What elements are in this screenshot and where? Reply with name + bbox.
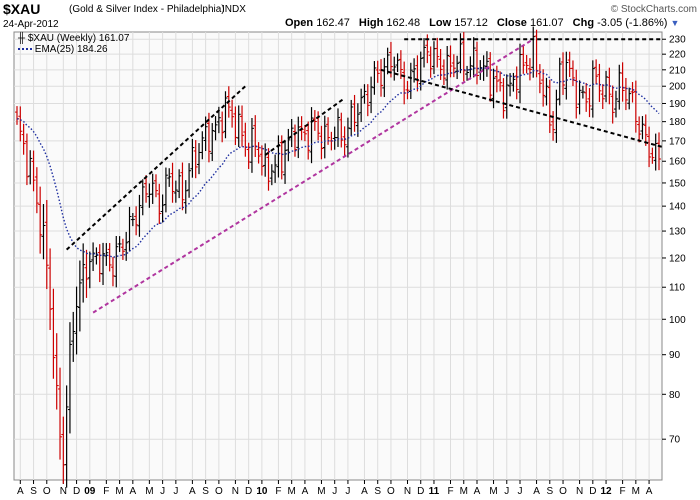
y-tick-label: 160 [669, 157, 686, 168]
x-tick-label: S [30, 486, 37, 497]
x-tick-label: M [145, 486, 153, 497]
x-tick-label: J [332, 486, 337, 497]
x-tick-label: J [160, 486, 165, 497]
x-tick-label: F [620, 486, 626, 497]
y-tick-label: 110 [669, 283, 685, 294]
legend-ema: EMA(25) 184.26 [18, 44, 129, 55]
x-tick-label: D [589, 486, 596, 497]
y-tick-label: 90 [669, 350, 681, 361]
y-tick-label: 80 [669, 390, 681, 401]
legend-price: ╫ $XAU (Weekly) 161.07 [18, 33, 129, 44]
y-tick-label: 70 [669, 435, 681, 446]
chart-legend: ╫ $XAU (Weekly) 161.07 EMA(25) 184.26 [18, 33, 129, 55]
y-tick-label: 120 [669, 253, 686, 264]
legend-price-label: $XAU (Weekly) 161.07 [27, 33, 130, 44]
y-tick-label: 170 [669, 136, 686, 147]
x-tick-label: A [17, 486, 24, 497]
x-tick-label: N [404, 486, 411, 497]
price-chart: 70 80 90 100 110 120 130 140 150 160 170 180 190 200 2… [13, 26, 686, 497]
x-tick-label: J [173, 486, 178, 497]
x-tick-label: O [43, 486, 51, 497]
x-tick-label: N [232, 486, 239, 497]
y-tick-label: 220 [669, 50, 686, 61]
x-tick-label: A [189, 486, 196, 497]
x-tick-label: N [576, 486, 583, 497]
x-tick-label: M [287, 486, 295, 497]
x-tick-label: S [374, 486, 381, 497]
x-tick-label: J [504, 486, 509, 497]
y-tick-label: 230 [669, 35, 686, 46]
x-tick-label: A [302, 486, 309, 497]
ohlc-bar-icon: ╫ [18, 33, 26, 44]
x-tick-label: S [546, 486, 553, 497]
y-tick-label: 210 [669, 65, 686, 76]
x-tick-label: M [489, 486, 497, 497]
x-tick-label: M [632, 486, 640, 497]
x-tick-label: 10 [256, 486, 268, 497]
y-tick-label: 100 [669, 315, 686, 326]
x-tick-label: 12 [600, 486, 612, 497]
x-tick-label: A [361, 486, 368, 497]
x-tick-label: J [345, 486, 350, 497]
y-tick-label: 190 [669, 99, 686, 110]
x-tick-label: J [518, 486, 523, 497]
x-tick-label: N [60, 486, 67, 497]
x-tick-label: A [646, 486, 653, 497]
x-tick-label: M [460, 486, 468, 497]
y-tick-label: 180 [669, 117, 686, 128]
x-tick-label: M [115, 486, 123, 497]
x-tick-label: A [129, 486, 136, 497]
x-tick-label: A [533, 486, 540, 497]
y-tick-label: 130 [669, 227, 686, 238]
x-tick-label: A [474, 486, 481, 497]
x-tick-label: M [317, 486, 325, 497]
legend-ema-label: EMA(25) 184.26 [34, 44, 108, 55]
x-tick-label: O [559, 486, 567, 497]
x-tick-label: 09 [84, 486, 96, 497]
y-tick-label: 200 [669, 82, 686, 93]
x-tick-label: S [202, 486, 209, 497]
x-tick-label: D [417, 486, 424, 497]
x-tick-label: D [245, 486, 252, 497]
dotted-line-icon [18, 48, 32, 51]
x-tick-label: F [447, 486, 453, 497]
y-tick-label: 150 [669, 178, 686, 189]
x-tick-label: F [103, 486, 109, 497]
x-tick-label: D [73, 486, 80, 497]
x-tick-label: 11 [429, 486, 440, 497]
y-tick-label: 140 [669, 202, 686, 213]
x-tick-label: O [387, 486, 395, 497]
x-tick-label: F [275, 486, 281, 497]
x-tick-label: O [215, 486, 223, 497]
